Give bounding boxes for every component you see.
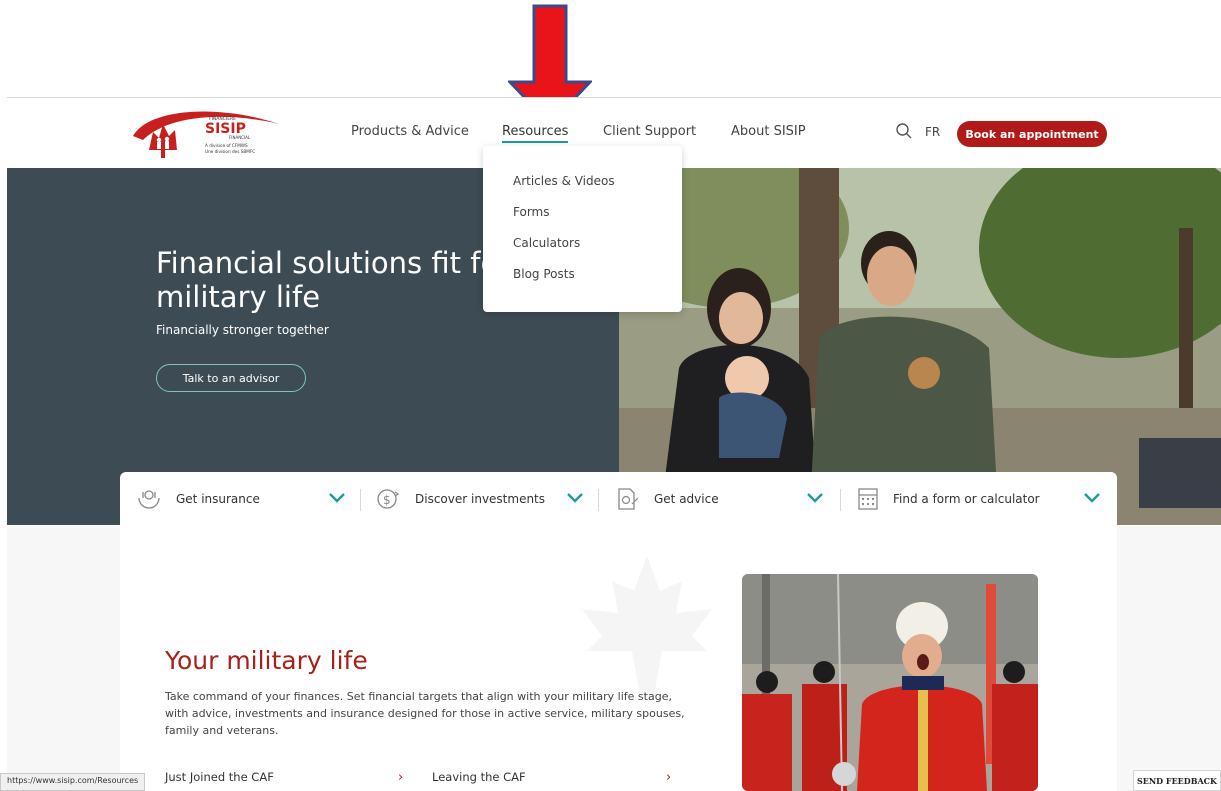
dropdown-item-articles-videos[interactable]: Articles & Videos — [513, 174, 615, 188]
chevron-right-icon[interactable]: › — [666, 770, 671, 785]
chevron-down-icon — [329, 493, 345, 503]
resources-dropdown-menu: Articles & Videos Forms Calculators Blog… — [483, 146, 682, 312]
quick-link-divider — [360, 489, 361, 511]
sisip-logo[interactable]: FINANCIÈRE SISIP FINANCIAL A division of… — [129, 106, 289, 162]
quick-link-get-advice[interactable]: Get advice — [610, 472, 832, 526]
chevron-down-icon — [567, 493, 583, 503]
language-toggle-fr[interactable]: FR — [925, 125, 940, 139]
section-title: Your military life — [165, 646, 368, 675]
dollar-coin-icon: $ — [377, 489, 400, 509]
nav-products-advice[interactable]: Products & Advice — [351, 124, 469, 139]
quick-link-discover-investments[interactable]: $ Discover investments — [370, 472, 592, 526]
calculator-icon — [858, 488, 878, 510]
svg-text:$: $ — [383, 493, 391, 507]
nav-about-sisip[interactable]: About SISIP — [731, 124, 806, 139]
quick-link-divider — [840, 489, 841, 511]
maple-leaf-watermark — [582, 556, 712, 696]
nav-resources-label: Resources — [502, 124, 569, 139]
quick-link-label: Get advice — [654, 492, 719, 506]
hero-title: Financial solutions fit for military lif… — [156, 246, 511, 314]
link-just-joined-caf[interactable]: Just Joined the CAF — [165, 770, 274, 784]
quick-link-label: Find a form or calculator — [893, 492, 1040, 506]
soldier-parade-photo — [742, 574, 1038, 791]
talk-to-advisor-button[interactable]: Talk to an advisor — [156, 364, 306, 392]
section-description: Take command of your finances. Set finan… — [165, 690, 685, 737]
page-background-right — [1117, 526, 1221, 791]
document-advice-icon — [618, 488, 639, 510]
nav-client-support[interactable]: Client Support — [603, 124, 696, 139]
nav-resources[interactable]: Resources — [502, 124, 569, 143]
chevron-right-icon[interactable]: › — [398, 770, 403, 785]
search-icon[interactable] — [895, 122, 913, 140]
dropdown-item-calculators[interactable]: Calculators — [513, 236, 580, 250]
book-appointment-button[interactable]: Book an appointment — [957, 121, 1107, 147]
hands-insurance-icon — [138, 490, 160, 509]
quick-link-find-form-calculator[interactable]: Find a form or calculator — [855, 472, 1117, 526]
quick-link-label: Discover investments — [415, 492, 546, 506]
quick-link-label: Get insurance — [176, 492, 260, 506]
svg-text:FINANCIAL: FINANCIAL — [229, 135, 251, 140]
chevron-down-icon — [1084, 493, 1100, 503]
browser-status-url: https://www.sisip.com/Resources — [0, 773, 146, 791]
chevron-down-icon — [807, 493, 823, 503]
quick-link-divider — [598, 489, 599, 511]
send-feedback-button[interactable]: SEND FEEDBACK — [1133, 770, 1221, 791]
svg-text:Une division des SBMFC: Une division des SBMFC — [205, 149, 255, 154]
dropdown-item-forms[interactable]: Forms — [513, 205, 549, 219]
quick-link-get-insurance[interactable]: Get insurance — [120, 472, 360, 526]
dropdown-item-blog-posts[interactable]: Blog Posts — [513, 267, 575, 281]
quick-links-bar: Get insurance $ Discover investments Get… — [120, 472, 1117, 526]
page-background-left — [7, 526, 120, 791]
svg-text:A division of CFMWS: A division of CFMWS — [205, 143, 248, 148]
nav-active-underline — [502, 141, 569, 143]
hero-subtitle: Financially stronger together — [156, 323, 329, 337]
link-leaving-caf[interactable]: Leaving the CAF — [432, 770, 526, 784]
military-life-section: Your military life Take command of your … — [120, 526, 1117, 791]
